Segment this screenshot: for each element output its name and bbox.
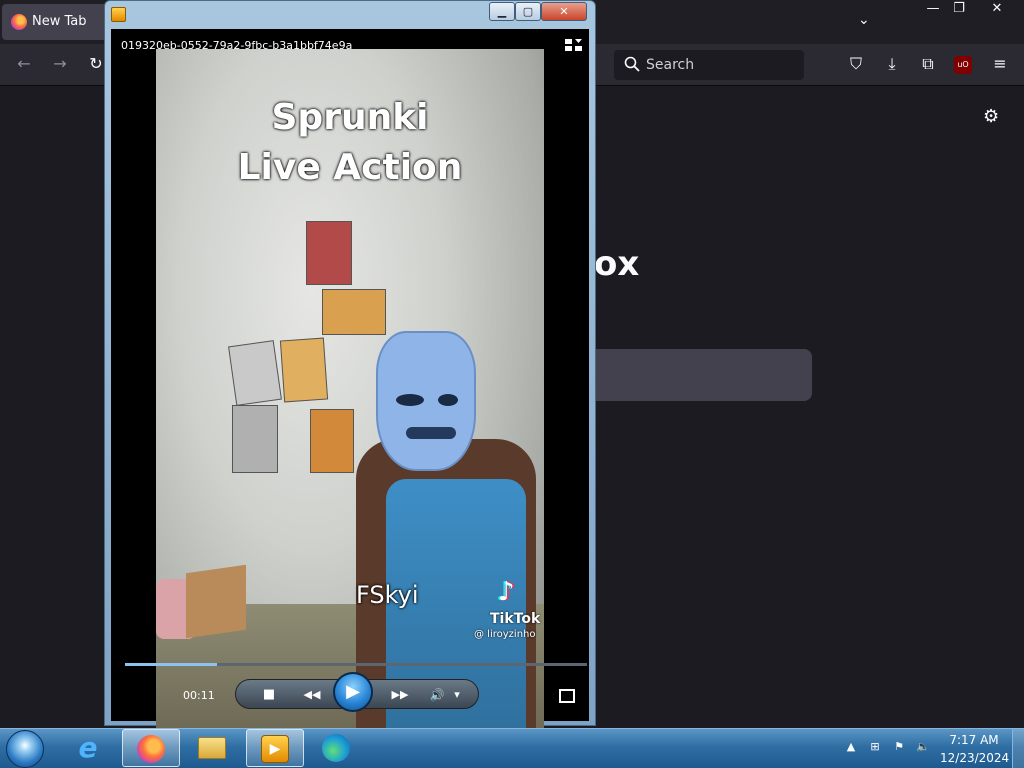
wall-poster <box>310 409 354 473</box>
taskbar-file-explorer[interactable] <box>184 729 242 767</box>
volume-icon[interactable]: 🔊 <box>426 684 448 706</box>
mask-mouth <box>406 427 456 439</box>
tab-title: New Tab <box>32 14 87 29</box>
volume-muted-icon[interactable]: 🔈 <box>916 740 930 754</box>
list-all-tabs-icon[interactable]: ⌄ <box>858 12 870 28</box>
player-close-button[interactable]: ✕ <box>541 2 587 21</box>
new-tab-search-box[interactable] <box>594 349 812 401</box>
wall-poster <box>306 221 352 285</box>
show-desktop-button[interactable] <box>1012 729 1024 768</box>
reload-icon[interactable]: ↻ <box>86 54 106 74</box>
player-minimize-button[interactable]: ▁ <box>489 2 515 21</box>
search-placeholder: Search <box>646 57 695 73</box>
taskbar-internet-explorer[interactable]: e <box>60 729 118 767</box>
media-player-icon: ▶ <box>261 735 289 763</box>
tiktok-username: @ liroyzinho <box>474 629 536 640</box>
play-button[interactable]: ▶ <box>333 672 373 712</box>
switch-to-library-icon[interactable] <box>565 39 583 53</box>
fast-forward-button[interactable]: ▶▶ <box>380 684 420 706</box>
tiktok-watermark: TikTok <box>490 611 541 627</box>
elapsed-time: 00:11 <box>183 689 215 702</box>
menu-icon[interactable]: ≡ <box>990 54 1010 74</box>
search-icon <box>624 56 640 72</box>
clock-time[interactable]: 7:17 AM <box>944 733 1004 747</box>
network-icon[interactable]: ⊞ <box>868 740 882 754</box>
downloads-icon[interactable]: ⤓ <box>882 54 902 74</box>
extensions-icon[interactable]: ⧉ <box>918 54 938 74</box>
edge-icon <box>322 734 350 762</box>
taskbar-edge[interactable] <box>308 729 366 767</box>
video-title-line2: Live Action <box>237 147 463 188</box>
internet-explorer-icon: e <box>78 731 98 764</box>
tiktok-logo-icon: ♪ <box>498 577 515 607</box>
show-hidden-icons-icon[interactable]: ▲ <box>844 740 858 754</box>
stop-button[interactable]: ■ <box>258 684 280 706</box>
paper-mask <box>376 331 476 471</box>
back-icon[interactable]: ← <box>14 54 34 74</box>
player-maximize-button[interactable]: ▢ <box>515 2 541 21</box>
gear-icon[interactable]: ⚙ <box>983 106 1003 127</box>
firefox-close-button[interactable]: ✕ <box>982 0 1012 20</box>
mask-eye <box>396 394 424 406</box>
firefox-wordmark: ox <box>594 244 640 284</box>
video-title-line1: Sprunki <box>271 97 429 138</box>
firefox-restore-button[interactable]: ❐ <box>944 0 974 20</box>
toolbar-search-field[interactable]: Search <box>614 50 804 80</box>
media-player-app-icon[interactable] <box>111 7 126 22</box>
seek-progress <box>125 663 218 666</box>
video-frame[interactable]: Sprunki Live Action FSkyi ♪ TikTok @ lir… <box>156 49 544 739</box>
player-surface[interactable]: 019320eb-0552-79a2-9fbc-b3a1bbf74e9a Spr… <box>111 29 589 739</box>
wall-poster <box>322 289 386 335</box>
firefox-favicon-icon <box>11 14 27 30</box>
volume-menu-icon[interactable]: ▾ <box>450 684 464 706</box>
fullscreen-icon[interactable] <box>559 689 575 703</box>
clock-date[interactable]: 12/23/2024 <box>940 751 1009 765</box>
wall-poster <box>228 340 282 406</box>
action-center-flag-icon[interactable]: ⚑ <box>892 740 906 754</box>
taskbar-media-player[interactable]: ▶ <box>246 729 304 767</box>
ublock-origin-icon[interactable]: uO <box>954 56 972 74</box>
taskbar-firefox[interactable] <box>122 729 180 767</box>
media-player-window: ▁ ▢ ✕ 019320eb-0552-79a2-9fbc-b3a1bbf74e… <box>104 0 596 739</box>
start-button[interactable] <box>6 730 44 768</box>
forward-icon[interactable]: → <box>50 54 70 74</box>
firefox-icon <box>137 735 165 763</box>
cardboard-box <box>186 564 246 639</box>
wall-poster <box>232 405 278 473</box>
video-caption: FSkyi <box>356 581 419 609</box>
wall-poster <box>279 337 329 403</box>
mask-eye <box>438 394 458 406</box>
seek-bar[interactable] <box>125 663 587 666</box>
pocket-icon[interactable]: ⛉ <box>846 54 866 74</box>
folder-icon <box>198 737 226 759</box>
rewind-button[interactable]: ◀◀ <box>292 684 332 706</box>
